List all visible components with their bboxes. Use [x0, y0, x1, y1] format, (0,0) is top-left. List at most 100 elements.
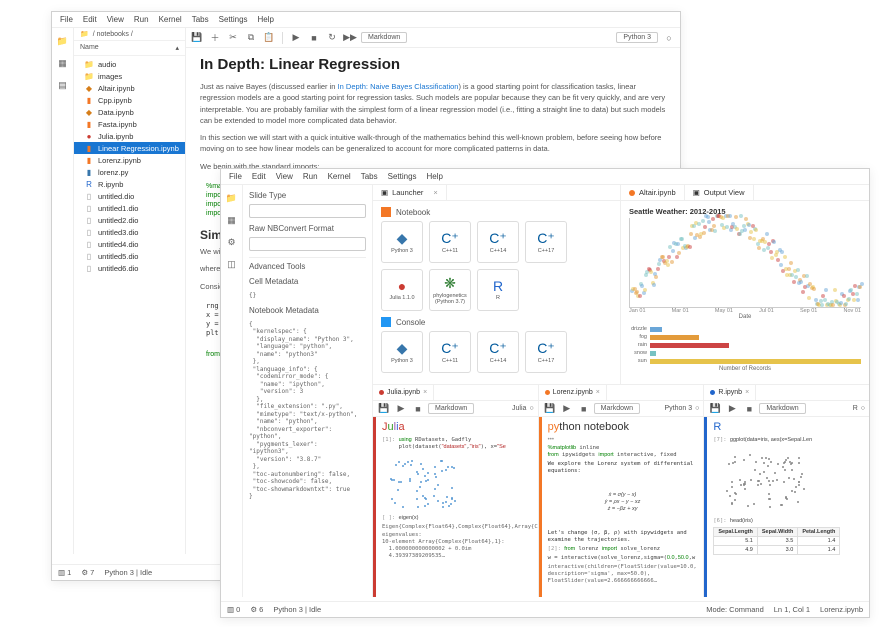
cell-type-select[interactable]: Markdown — [594, 403, 640, 414]
stop-icon[interactable]: ■ — [577, 402, 591, 416]
tree-item[interactable]: ▮Linear Regression.ipynb — [74, 142, 185, 154]
run-icon[interactable]: ▶ — [560, 402, 574, 416]
kernel-status[interactable]: Python 3 | Idle — [273, 605, 321, 614]
slide-type-select[interactable] — [249, 204, 366, 218]
tree-item[interactable]: ▮lorenz.py — [74, 166, 185, 178]
tree-item[interactable]: ●Julia.ipynb — [74, 130, 185, 142]
menu-tabs[interactable]: Tabs — [192, 15, 209, 24]
tree-item[interactable]: ▯untitled2.dio — [74, 214, 185, 226]
tab-julia[interactable]: Julia.ipynb× — [373, 385, 434, 400]
launcher-card[interactable]: C⁺C++14 — [477, 221, 519, 263]
menu-settings[interactable]: Settings — [219, 15, 248, 24]
kernel-indicator[interactable]: Python 3 — [616, 32, 658, 43]
menu-edit[interactable]: Edit — [83, 15, 97, 24]
close-icon[interactable]: × — [596, 389, 600, 396]
paste-icon[interactable]: 📋 — [262, 31, 276, 45]
menu-file[interactable]: File — [60, 15, 73, 24]
running-icon[interactable]: ▦ — [56, 56, 70, 70]
tree-item[interactable]: ▯untitled4.dio — [74, 238, 185, 250]
tab-lorenz[interactable]: Lorenz.ipynb× — [539, 385, 607, 400]
chevron-up-icon[interactable]: ▴ — [175, 44, 179, 52]
running-icon[interactable]: ▦ — [225, 213, 239, 227]
tree-item[interactable]: 📁audio — [74, 58, 185, 70]
close-icon[interactable]: × — [745, 389, 749, 396]
naive-bayes-link[interactable]: In Depth: Naive Bayes Classification — [338, 82, 459, 91]
folder-icon[interactable]: 📁 — [56, 34, 70, 48]
code-cell[interactable]: %matplotlib inlinefrom ipywidgets import… — [548, 445, 698, 459]
tab-altair[interactable]: Altair.ipynb — [621, 185, 685, 200]
cell-type-select[interactable]: Markdown — [361, 32, 407, 43]
launcher-card[interactable]: ◆Python 3 — [381, 221, 423, 263]
code-cell[interactable]: [ ]: eigen(x) — [382, 515, 532, 522]
cell-type-select[interactable]: Markdown — [759, 403, 805, 414]
menu-help[interactable]: Help — [258, 15, 274, 24]
add-cell-icon[interactable]: ＋ — [208, 31, 222, 45]
menu-tabs[interactable]: Tabs — [361, 172, 378, 181]
menu-view[interactable]: View — [107, 15, 124, 24]
launcher-card[interactable]: ◆Python 3 — [381, 331, 423, 373]
menu-settings[interactable]: Settings — [388, 172, 417, 181]
launcher-card[interactable]: C⁺C++14 — [477, 331, 519, 373]
code-cell[interactable]: w = interactive(solve_lorenz,sigma=(0.0,… — [548, 555, 698, 562]
cell-metadata-json[interactable]: {} — [249, 292, 366, 300]
kernel-indicator[interactable]: R — [853, 405, 858, 412]
stop-icon[interactable]: ■ — [742, 402, 756, 416]
breadcrumb[interactable]: 📁 / notebooks / — [74, 28, 185, 41]
tab-launcher[interactable]: ▣ Launcher × — [373, 185, 447, 200]
tree-item[interactable]: RR.ipynb — [74, 178, 185, 190]
extensions-icon[interactable]: ◫ — [225, 257, 239, 271]
menu-run[interactable]: Run — [134, 15, 149, 24]
stop-icon[interactable]: ■ — [307, 31, 321, 45]
commands-icon[interactable]: ▤ — [56, 78, 70, 92]
menu-help[interactable]: Help — [427, 172, 443, 181]
launcher-card[interactable]: RR — [477, 269, 519, 311]
copy-icon[interactable]: ⧉ — [244, 31, 258, 45]
launcher-card[interactable]: ●Julia 1.1.0 — [381, 269, 423, 311]
stop-icon[interactable]: ■ — [411, 402, 425, 416]
tree-item[interactable]: ▯untitled3.dio — [74, 226, 185, 238]
save-icon[interactable]: 💾 — [190, 31, 204, 45]
tree-item[interactable]: ▮Lorenz.ipynb — [74, 154, 185, 166]
launcher-card[interactable]: C⁺C++17 — [525, 221, 567, 263]
run-icon[interactable]: ▶ — [725, 402, 739, 416]
kernel-status[interactable]: Python 3 | Idle — [104, 568, 152, 577]
tree-item[interactable]: ◆Data.ipynb — [74, 106, 185, 118]
gear-icon[interactable]: ⚙ — [225, 235, 239, 249]
tab-r[interactable]: R.ipynb× — [704, 385, 756, 400]
tree-item[interactable]: ◆Altair.ipynb — [74, 82, 185, 94]
save-icon[interactable]: 💾 — [708, 402, 722, 416]
run-icon[interactable]: ▶ — [394, 402, 408, 416]
close-icon[interactable]: × — [433, 188, 437, 197]
tree-item[interactable]: ▮Cpp.ipynb — [74, 94, 185, 106]
menu-kernel[interactable]: Kernel — [159, 15, 182, 24]
restart-icon[interactable]: ↻ — [325, 31, 339, 45]
launcher-card[interactable]: C⁺C++11 — [429, 331, 471, 373]
save-icon[interactable]: 💾 — [543, 402, 557, 416]
code-cell[interactable]: [2]: from lorenz import solve_lorenz — [548, 546, 698, 553]
launcher-card[interactable]: C⁺C++17 — [525, 331, 567, 373]
menu-view[interactable]: View — [276, 172, 293, 181]
cell-type-select[interactable]: Markdown — [428, 403, 474, 414]
menu-edit[interactable]: Edit — [252, 172, 266, 181]
folder-icon[interactable]: 📁 — [225, 191, 239, 205]
tree-item[interactable]: ▯untitled5.dio — [74, 250, 185, 262]
tree-item[interactable]: ▯untitled.dio — [74, 190, 185, 202]
menu-run[interactable]: Run — [303, 172, 318, 181]
code-cell[interactable]: [1]: using RDatasets, Gadfly plot(datase… — [382, 437, 532, 451]
kernel-indicator[interactable]: Python 3 — [664, 405, 692, 412]
tree-item[interactable]: ▯untitled1.dio — [74, 202, 185, 214]
launcher-card[interactable]: ❋phylogenetics (Python 3.7) — [429, 269, 471, 311]
launcher-card[interactable]: C⁺C++11 — [429, 221, 471, 263]
column-name[interactable]: Name — [80, 44, 99, 52]
code-cell[interactable]: [7]: ggplot(data=iris, aes(x=Sepal.Len — [713, 437, 863, 444]
run-icon[interactable]: ▶ — [289, 31, 303, 45]
menu-kernel[interactable]: Kernel — [328, 172, 351, 181]
code-cell[interactable]: [6]: head(iris) — [713, 518, 863, 525]
tree-item[interactable]: 📁images — [74, 70, 185, 82]
advanced-tools-header[interactable]: Advanced Tools — [249, 257, 366, 271]
tab-output-view[interactable]: ▣Output View — [685, 185, 754, 200]
run-all-icon[interactable]: ▶▶ — [343, 31, 357, 45]
cut-icon[interactable]: ✂ — [226, 31, 240, 45]
save-icon[interactable]: 💾 — [377, 402, 391, 416]
kernel-indicator[interactable]: Julia — [512, 405, 526, 412]
